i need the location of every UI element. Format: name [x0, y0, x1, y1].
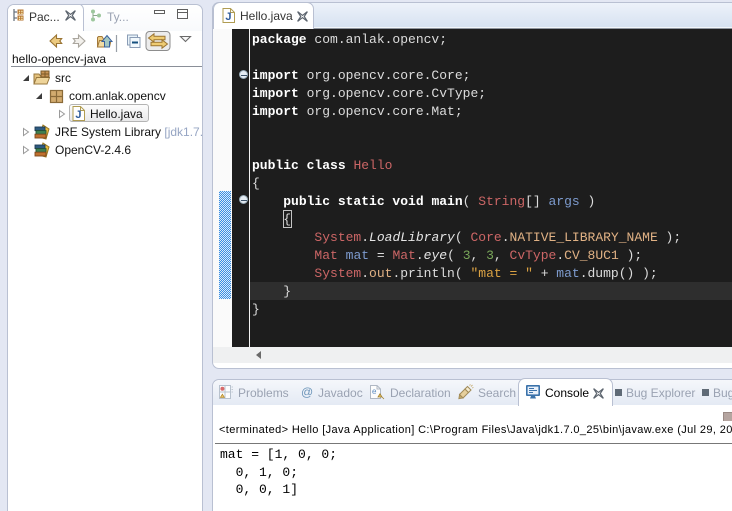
svg-text:J: J — [75, 109, 81, 121]
svg-text:J: J — [225, 11, 231, 23]
svg-text:e: e — [372, 387, 377, 396]
